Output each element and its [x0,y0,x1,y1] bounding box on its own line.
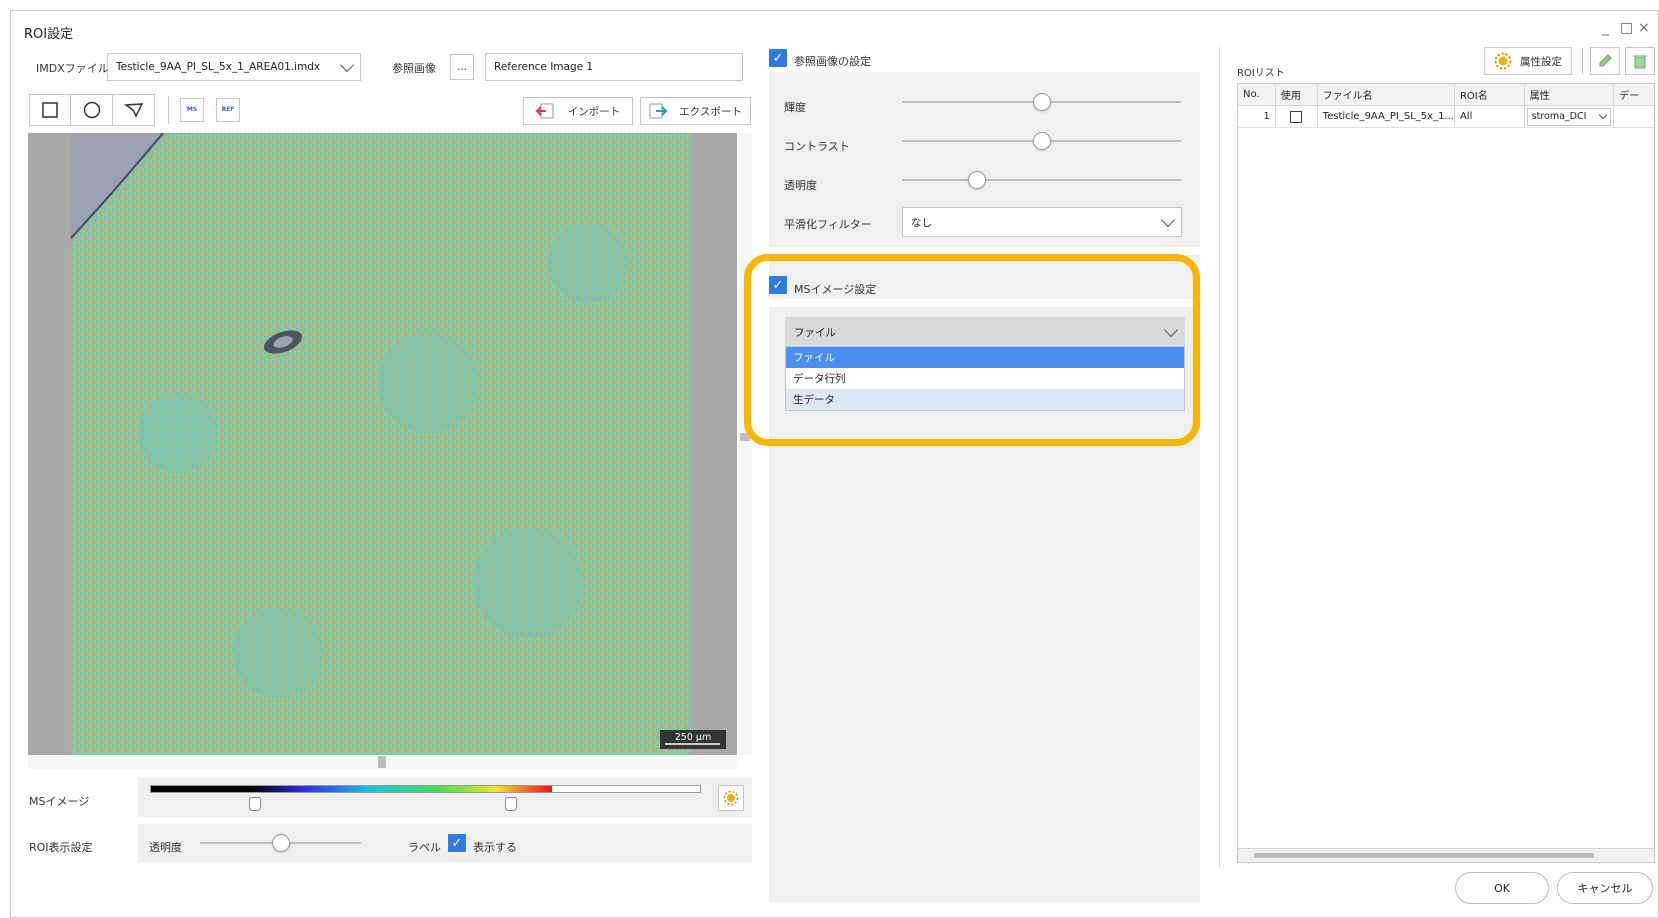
cancel-button[interactable]: キャンセル [1557,872,1653,904]
ref-opacity-label: 透明度 [784,179,817,192]
import-button[interactable]: インポート [523,97,633,125]
sun-gear-icon [1494,52,1512,70]
ms-image-canvas: 250 μm [70,132,726,755]
col-attribute[interactable]: 属性 [1525,84,1615,105]
chevron-down-icon [339,57,355,72]
viewer-vertical-scrollbar[interactable] [738,133,752,755]
column-divider [1219,47,1220,867]
row-attribute-cell: stroma_DCI [1525,106,1615,127]
rectangle-tool-button[interactable] [29,94,71,126]
import-label: インポート [567,105,621,118]
trash-icon [1633,55,1647,69]
polygon-tool-button[interactable] [113,94,155,126]
show-label-text: 表示する [473,841,517,854]
reference-browse-button[interactable]: ... [450,54,474,80]
chevron-down-icon [1160,212,1176,227]
toolbar-divider [1582,48,1583,74]
filter-select[interactable]: なし [902,207,1182,237]
row-attribute-select[interactable]: stroma_DCI [1526,107,1612,126]
attribute-settings-label: 属性設定 [1520,55,1562,68]
imdx-file-value: Testicle_9AA_PI_SL_5x_1_AREA01.imdx [116,61,321,73]
close-button[interactable]: × [1638,20,1650,36]
roi-opacity-label: 透明度 [149,841,182,854]
fit-ms-icon: MS [186,106,198,113]
ok-button[interactable]: OK [1455,872,1549,904]
row-attribute-value: stroma_DCI [1531,111,1587,122]
roi-table-horizontal-scrollbar[interactable] [1238,848,1654,862]
ref-opacity-slider[interactable] [902,170,1181,190]
colorbar-panel [138,778,752,817]
ref-opacity-thumb[interactable] [968,171,987,189]
roi-list-title: ROIリスト [1237,68,1285,79]
viewer-horizontal-scrollbar[interactable] [28,755,737,769]
minimize-button[interactable]: _ [1602,20,1609,36]
colorbar-settings-button[interactable] [718,785,744,811]
col-data[interactable]: デー [1614,84,1654,105]
ref-settings-checkbox[interactable]: ✓ [769,49,787,67]
export-icon [649,103,668,119]
toolbar-divider [168,96,169,124]
roi-table-scroll-thumb[interactable] [1254,853,1594,858]
maximize-button[interactable]: □ [1620,20,1633,36]
row-use-checkbox[interactable] [1290,110,1303,123]
brightness-label: 輝度 [784,101,806,114]
col-roi-name[interactable]: ROI名 [1455,84,1525,105]
ellipse-tool-button[interactable] [71,94,113,126]
chevron-down-icon [1598,110,1608,120]
row-data [1614,106,1654,127]
colorbar-max-handle[interactable] [505,797,517,811]
sun-gear-icon [723,790,739,806]
reference-image-label: 参照画像 [392,62,436,75]
col-no[interactable]: No. [1238,84,1276,105]
brightness-slider[interactable] [902,92,1181,112]
pencil-icon [1599,54,1612,67]
roi-display-label: ROI表示設定 [29,841,93,854]
rectangle-icon [42,102,58,118]
delete-roi-button[interactable] [1625,47,1655,75]
row-roi-name: All [1455,106,1525,127]
show-label-checkbox[interactable]: ✓ [448,834,466,852]
row-use-cell [1276,106,1318,127]
scale-bar-label: 250 μm [675,732,711,743]
fit-ms-button[interactable]: MS [180,98,204,122]
brightness-thumb[interactable] [1032,93,1051,111]
colorbar-min-handle[interactable] [249,797,261,811]
window-title: ROI設定 [24,27,74,42]
roi-opacity-slider[interactable] [200,833,361,853]
settings-panel [769,72,1200,902]
edit-roi-button[interactable] [1590,47,1620,75]
roi-label-text: ラベル [408,841,441,854]
reference-image-field[interactable]: Reference Image 1 [485,53,743,81]
fit-ref-button[interactable]: REF [216,98,240,122]
roi-table: No. 使用 ファイル名 ROI名 属性 デー 1 Testicle_9AA_P… [1237,83,1655,863]
image-viewer[interactable]: 250 μm [28,132,737,755]
filter-label: 平滑化フィルター [784,218,872,231]
col-use[interactable]: 使用 [1276,84,1318,105]
imdx-file-label: IMDXファイル [36,62,109,75]
highlight-annotation [744,254,1200,446]
contrast-slider[interactable] [902,131,1181,151]
export-label: エクスポート [679,105,742,118]
attribute-settings-button[interactable]: 属性設定 [1484,47,1572,75]
shape-tool-group [29,94,155,126]
import-icon [535,103,554,119]
imdx-file-select[interactable]: Testicle_9AA_PI_SL_5x_1_AREA01.imdx [107,53,361,81]
table-row[interactable]: 1 Testicle_9AA_PI_SL_5x_1... All stroma_… [1238,106,1654,128]
export-button[interactable]: エクスポート [640,97,751,125]
row-no: 1 [1238,106,1276,127]
col-filename[interactable]: ファイル名 [1318,84,1455,105]
contrast-thumb[interactable] [1032,132,1051,150]
ms-colorbar [150,785,701,793]
ms-image-label: MSイメージ [29,795,90,808]
ref-settings-header: 参照画像の設定 [794,55,871,68]
filter-value: なし [911,216,932,229]
contrast-label: コントラスト [784,140,850,153]
circle-icon [83,101,100,119]
roi-table-header: No. 使用 ファイル名 ROI名 属性 デー [1238,84,1654,106]
roi-opacity-thumb[interactable] [271,834,290,852]
horizontal-scroll-thumb[interactable] [378,756,386,768]
fit-ref-icon: REF [221,106,235,113]
row-filename: Testicle_9AA_PI_SL_5x_1... [1318,106,1455,127]
polygon-icon [123,103,143,118]
